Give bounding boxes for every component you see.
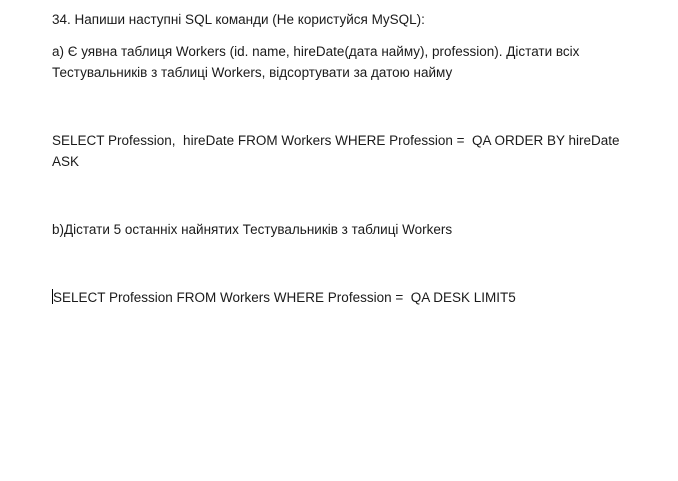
answer-b-paragraph[interactable]: SELECT Profession FROM Workers WHERE Pro… [52,287,632,308]
task-a-line-1: a) Є уявна таблиця Workers (id. name, hi… [52,44,580,59]
task-a-paragraph: a) Є уявна таблиця Workers (id. name, hi… [52,41,632,83]
answer-a-line-2: ASK [52,154,80,169]
question-heading-text: 34. Напиши наступні SQL команди (Не кори… [52,12,425,27]
answer-a-line-1: SELECT Profession, hireDate FROM Workers… [52,133,620,148]
answer-b-text: SELECT Profession FROM Workers WHERE Pro… [53,290,516,305]
question-heading: 34. Напиши наступні SQL команди (Не кори… [52,9,632,30]
document-page[interactable]: 34. Напиши наступні SQL команди (Не кори… [0,0,678,481]
task-b-text: b)Дістати 5 останніх найнятих Тестувальн… [52,222,453,237]
answer-a-paragraph: SELECT Profession, hireDate FROM Workers… [52,130,632,172]
task-b-paragraph: b)Дістати 5 останніх найнятих Тестувальн… [52,219,632,240]
task-a-line-2: Тестувальників з таблиці Workers, відсор… [52,65,453,80]
